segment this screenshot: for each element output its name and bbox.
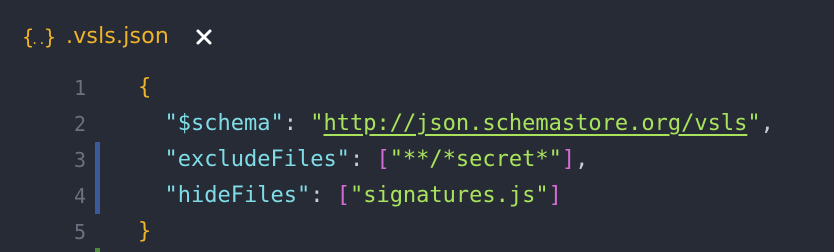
code-line-1: 1 { — [0, 70, 834, 106]
json-key: "excludeFiles" — [164, 147, 350, 172]
colon: : — [283, 111, 311, 136]
schema-link[interactable]: http://json.schemastore.org/vsls — [323, 111, 747, 136]
json-braces-icon: { .. } — [22, 22, 56, 52]
code-text: "excludeFiles": ["**/*secret*"], — [138, 142, 589, 178]
added-line-marker — [95, 248, 100, 252]
close-icon[interactable] — [193, 26, 215, 48]
code-line-5: 5 } — [0, 214, 834, 250]
close-brace: } — [138, 219, 152, 244]
json-key: "hideFiles" — [164, 183, 311, 208]
quote: " — [310, 111, 324, 136]
modified-line-marker — [95, 178, 100, 214]
code-line-4: 4 "hideFiles": ["signatures.js"] — [0, 178, 834, 214]
code-text: } — [138, 214, 151, 250]
code-line-2: 2 "$schema": "http://json.schemastore.or… — [0, 106, 834, 142]
code-text: "$schema": "http://json.schemastore.org/… — [138, 106, 774, 142]
comma: , — [760, 111, 774, 136]
comma: , — [575, 147, 589, 172]
file-tab[interactable]: { .. } .vsls.json — [22, 20, 215, 54]
modified-line-marker — [95, 142, 100, 178]
open-bracket: [ — [336, 183, 350, 208]
code-text: "hideFiles": ["signatures.js"] — [138, 178, 562, 214]
code-editor: { .. } .vsls.json 1 { 2 "$schema": "http… — [0, 0, 834, 252]
json-string: "**/*secret*" — [389, 147, 562, 172]
line-number: 1 — [73, 76, 86, 100]
quote: " — [747, 111, 761, 136]
code-area[interactable]: 1 { 2 "$schema": "http://json.schemastor… — [0, 68, 834, 252]
json-string: "signatures.js" — [349, 183, 549, 208]
close-bracket: ] — [548, 183, 562, 208]
code-text: { — [138, 70, 151, 106]
code-line-3: 3 "excludeFiles": ["**/*secret*"], — [0, 142, 834, 178]
svg-text:}: } — [44, 25, 56, 49]
line-number: 5 — [73, 220, 86, 244]
line-number: 3 — [73, 148, 86, 172]
colon: : — [310, 183, 337, 208]
line-number: 2 — [73, 112, 86, 136]
tab-bar: { .. } .vsls.json — [0, 0, 834, 68]
open-brace: { — [138, 75, 152, 100]
close-bracket: ] — [561, 147, 576, 172]
open-bracket: [ — [376, 147, 390, 172]
line-number: 4 — [73, 184, 86, 208]
json-key: "$schema" — [164, 111, 284, 136]
colon: : — [349, 147, 377, 172]
tab-title: .vsls.json — [66, 24, 170, 49]
